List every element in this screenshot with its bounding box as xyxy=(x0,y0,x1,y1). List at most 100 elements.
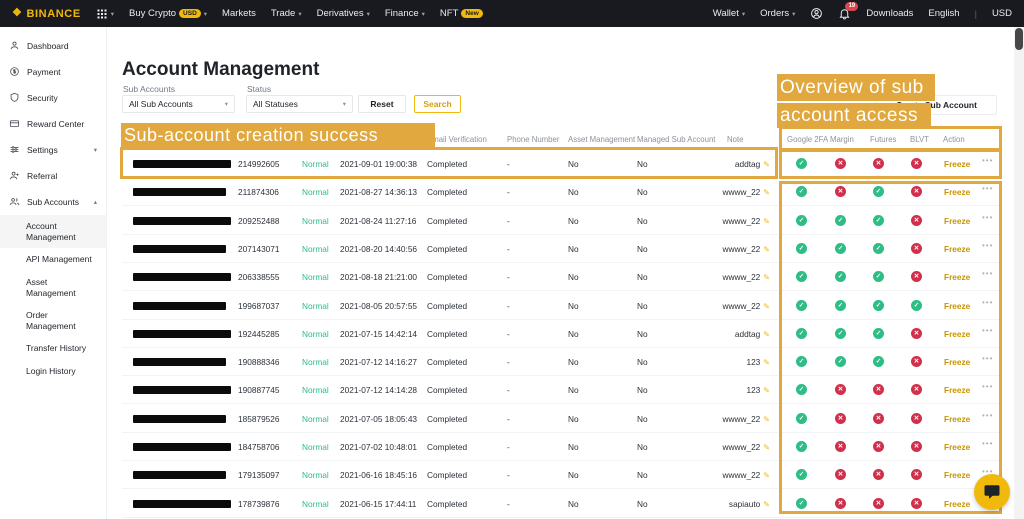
edit-note-icon[interactable]: ✎ xyxy=(763,471,770,480)
nav-language[interactable]: English xyxy=(928,8,959,19)
freeze-link[interactable]: Freeze xyxy=(944,499,970,509)
sidebar-item-referral[interactable]: Referral xyxy=(0,163,106,189)
nav-currency[interactable]: USD xyxy=(992,8,1012,19)
edit-note-icon[interactable]: ✎ xyxy=(763,443,770,452)
freeze-link[interactable]: Freeze xyxy=(944,385,970,395)
more-actions-icon[interactable]: ••• xyxy=(982,213,993,222)
google-2fa-enabled-icon: ✓ xyxy=(796,384,807,395)
freeze-link[interactable]: Freeze xyxy=(944,442,970,452)
uid-cell: 190888346 xyxy=(238,357,280,367)
asset-management-cell: No xyxy=(568,385,579,395)
more-actions-icon[interactable]: ••• xyxy=(982,354,993,363)
sidebar-item-security[interactable]: Security xyxy=(0,85,106,111)
more-actions-icon[interactable]: ••• xyxy=(982,241,993,250)
notifications-bell-icon[interactable]: 19 xyxy=(838,7,851,20)
sub-accounts-select[interactable]: All Sub Accounts ▾ xyxy=(122,95,235,113)
futures-enabled-icon: ✓ xyxy=(873,271,884,282)
nav-derivatives[interactable]: Derivatives▾ xyxy=(317,8,370,19)
freeze-link[interactable]: Freeze xyxy=(944,159,970,169)
uid-cell: 199687037 xyxy=(238,301,280,311)
nav-finance[interactable]: Finance▾ xyxy=(385,8,425,19)
nav-buy-crypto[interactable]: Buy Crypto USD ▾ xyxy=(129,8,207,19)
sidebar-subitem-api-management[interactable]: API Management xyxy=(0,248,106,271)
edit-note-icon[interactable]: ✎ xyxy=(763,188,770,197)
reset-button[interactable]: Reset xyxy=(358,95,406,113)
managed-sub-account-cell: No xyxy=(637,272,648,282)
note-text: wwww_22 xyxy=(722,414,760,424)
freeze-link[interactable]: Freeze xyxy=(944,414,970,424)
status-select[interactable]: All Statuses ▾ xyxy=(246,95,353,113)
margin-enabled-icon: ✓ xyxy=(835,328,846,339)
sidebar-subitem-login-history[interactable]: Login History xyxy=(0,360,106,383)
sidebar-item-payment[interactable]: Payment xyxy=(0,59,106,85)
freeze-link[interactable]: Freeze xyxy=(944,272,970,282)
edit-note-icon[interactable]: ✎ xyxy=(763,500,770,509)
more-actions-icon[interactable]: ••• xyxy=(982,411,993,420)
freeze-link[interactable]: Freeze xyxy=(944,244,970,254)
nav-wallet[interactable]: Wallet▾ xyxy=(713,8,745,19)
asset-management-cell: No xyxy=(568,470,579,480)
more-actions-icon[interactable]: ••• xyxy=(982,298,993,307)
note-text: wwww_22 xyxy=(722,301,760,311)
sidebar-item-sub-accounts[interactable]: Sub Accounts▴ xyxy=(0,189,106,215)
margin-disabled-icon: ✕ xyxy=(835,158,846,169)
phone-number-cell: - xyxy=(507,414,510,424)
nav-orders[interactable]: Orders▾ xyxy=(760,8,795,19)
chevron-down-icon: ▾ xyxy=(225,100,228,108)
freeze-link[interactable]: Freeze xyxy=(944,301,970,311)
more-actions-icon[interactable]: ••• xyxy=(982,439,993,448)
phone-number-cell: - xyxy=(507,357,510,367)
freeze-link[interactable]: Freeze xyxy=(944,357,970,367)
phone-number-cell: - xyxy=(507,470,510,480)
margin-disabled-icon: ✕ xyxy=(835,469,846,480)
freeze-link[interactable]: Freeze xyxy=(944,216,970,226)
apps-grid-icon[interactable]: ▾ xyxy=(96,8,114,20)
annotation-overview-line1: Overview of sub xyxy=(777,74,935,101)
sidebar-item-reward-center[interactable]: Reward Center xyxy=(0,111,106,137)
phone-number-cell: - xyxy=(507,442,510,452)
search-button[interactable]: Search xyxy=(414,95,461,113)
note-text: wwww_22 xyxy=(722,187,760,197)
more-actions-icon[interactable]: ••• xyxy=(982,269,993,278)
edit-note-icon[interactable]: ✎ xyxy=(763,358,770,367)
asset-management-cell: No xyxy=(568,187,579,197)
more-actions-icon[interactable]: ••• xyxy=(982,382,993,391)
freeze-link[interactable]: Freeze xyxy=(944,470,970,480)
sidebar-subitem-transfer-history[interactable]: Transfer History xyxy=(0,337,106,360)
sidebar-subitem-account-management[interactable]: Account Management xyxy=(0,215,106,248)
sidebar-subitem-asset-management[interactable]: Asset Management xyxy=(0,271,106,304)
edit-note-icon[interactable]: ✎ xyxy=(763,415,770,424)
support-chat-button[interactable] xyxy=(974,474,1010,510)
edit-note-icon[interactable]: ✎ xyxy=(763,273,770,282)
freeze-link[interactable]: Freeze xyxy=(944,329,970,339)
edit-note-icon[interactable]: ✎ xyxy=(763,330,770,339)
nav-markets[interactable]: Markets xyxy=(222,8,256,19)
more-actions-icon[interactable]: ••• xyxy=(982,184,993,193)
note-text: addtag xyxy=(735,159,760,169)
edit-note-icon[interactable]: ✎ xyxy=(763,160,770,169)
nav-trade[interactable]: Trade▾ xyxy=(271,8,302,19)
phone-number-cell: - xyxy=(507,385,510,395)
sidebar-item-settings[interactable]: Settings▾ xyxy=(0,137,106,163)
edit-note-icon[interactable]: ✎ xyxy=(763,302,770,311)
nav-downloads[interactable]: Downloads xyxy=(866,8,913,19)
phone-number-cell: - xyxy=(507,499,510,509)
profile-icon[interactable] xyxy=(810,7,823,20)
sidebar-item-dashboard[interactable]: Dashboard xyxy=(0,33,106,59)
google-2fa-enabled-icon: ✓ xyxy=(796,300,807,311)
more-actions-icon[interactable]: ••• xyxy=(982,156,993,165)
col-futures: Futures xyxy=(870,135,896,144)
asset-management-cell: No xyxy=(568,414,579,424)
more-actions-icon[interactable]: ••• xyxy=(982,326,993,335)
futures-disabled-icon: ✕ xyxy=(873,441,884,452)
created-time-cell: 2021-07-12 14:14:28 xyxy=(340,385,417,395)
status-cell: Normal xyxy=(302,329,329,339)
edit-note-icon[interactable]: ✎ xyxy=(763,217,770,226)
sidebar-subitem-order-management[interactable]: Order Management xyxy=(0,304,106,337)
binance-logo[interactable]: ❖ BINANCE xyxy=(12,8,81,20)
edit-note-icon[interactable]: ✎ xyxy=(763,386,770,395)
edit-note-icon[interactable]: ✎ xyxy=(763,245,770,254)
scrollbar-thumb[interactable] xyxy=(1015,28,1023,50)
freeze-link[interactable]: Freeze xyxy=(944,187,970,197)
nav-nft[interactable]: NFT New xyxy=(440,8,483,19)
